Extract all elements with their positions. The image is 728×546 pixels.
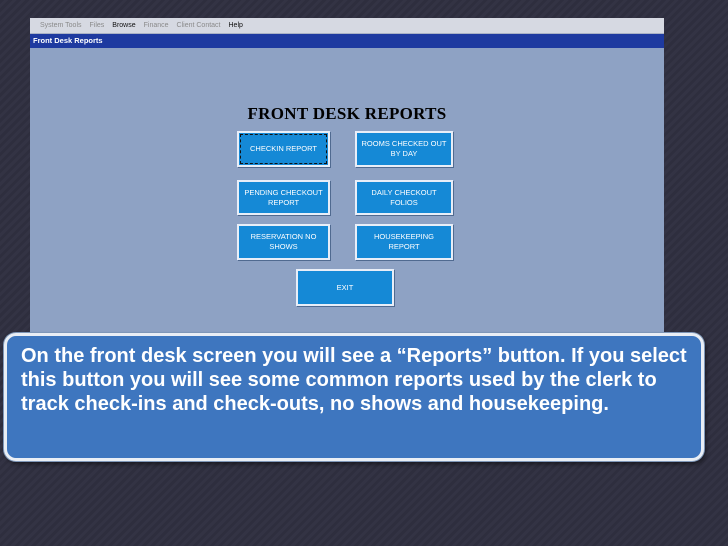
callout-box: On the front desk screen you will see a … — [4, 333, 704, 461]
menu-browse[interactable]: Browse — [112, 22, 135, 29]
reservation-no-shows-button[interactable]: RESERVATION NO SHOWS — [237, 224, 330, 260]
menu-system-tools[interactable]: System Tools — [40, 22, 82, 29]
pending-checkout-report-button[interactable]: PENDING CHECKOUT REPORT — [237, 180, 330, 215]
window-title: Front Desk Reports — [30, 34, 664, 48]
report-form: FRONT DESK REPORTS CHECKIN REPORT ROOMS … — [30, 48, 664, 340]
daily-checkout-folios-button[interactable]: DAILY CHECKOUT FOLIOS — [355, 180, 453, 215]
menu-bar: System Tools Files Browse Finance Client… — [30, 18, 664, 34]
menu-files[interactable]: Files — [90, 22, 105, 29]
menu-finance[interactable]: Finance — [144, 22, 169, 29]
menu-help[interactable]: Help — [229, 22, 243, 29]
menu-client-contact[interactable]: Client Contact — [177, 22, 221, 29]
checkin-report-button[interactable]: CHECKIN REPORT — [237, 131, 330, 167]
form-heading: FRONT DESK REPORTS — [247, 104, 447, 123]
exit-button[interactable]: EXIT — [296, 269, 394, 306]
rooms-checked-out-by-day-button[interactable]: ROOMS CHECKED OUT BY DAY — [355, 131, 453, 167]
housekeeping-report-button[interactable]: HOUSEKEEPING REPORT — [355, 224, 453, 260]
application-window: System Tools Files Browse Finance Client… — [30, 18, 664, 340]
